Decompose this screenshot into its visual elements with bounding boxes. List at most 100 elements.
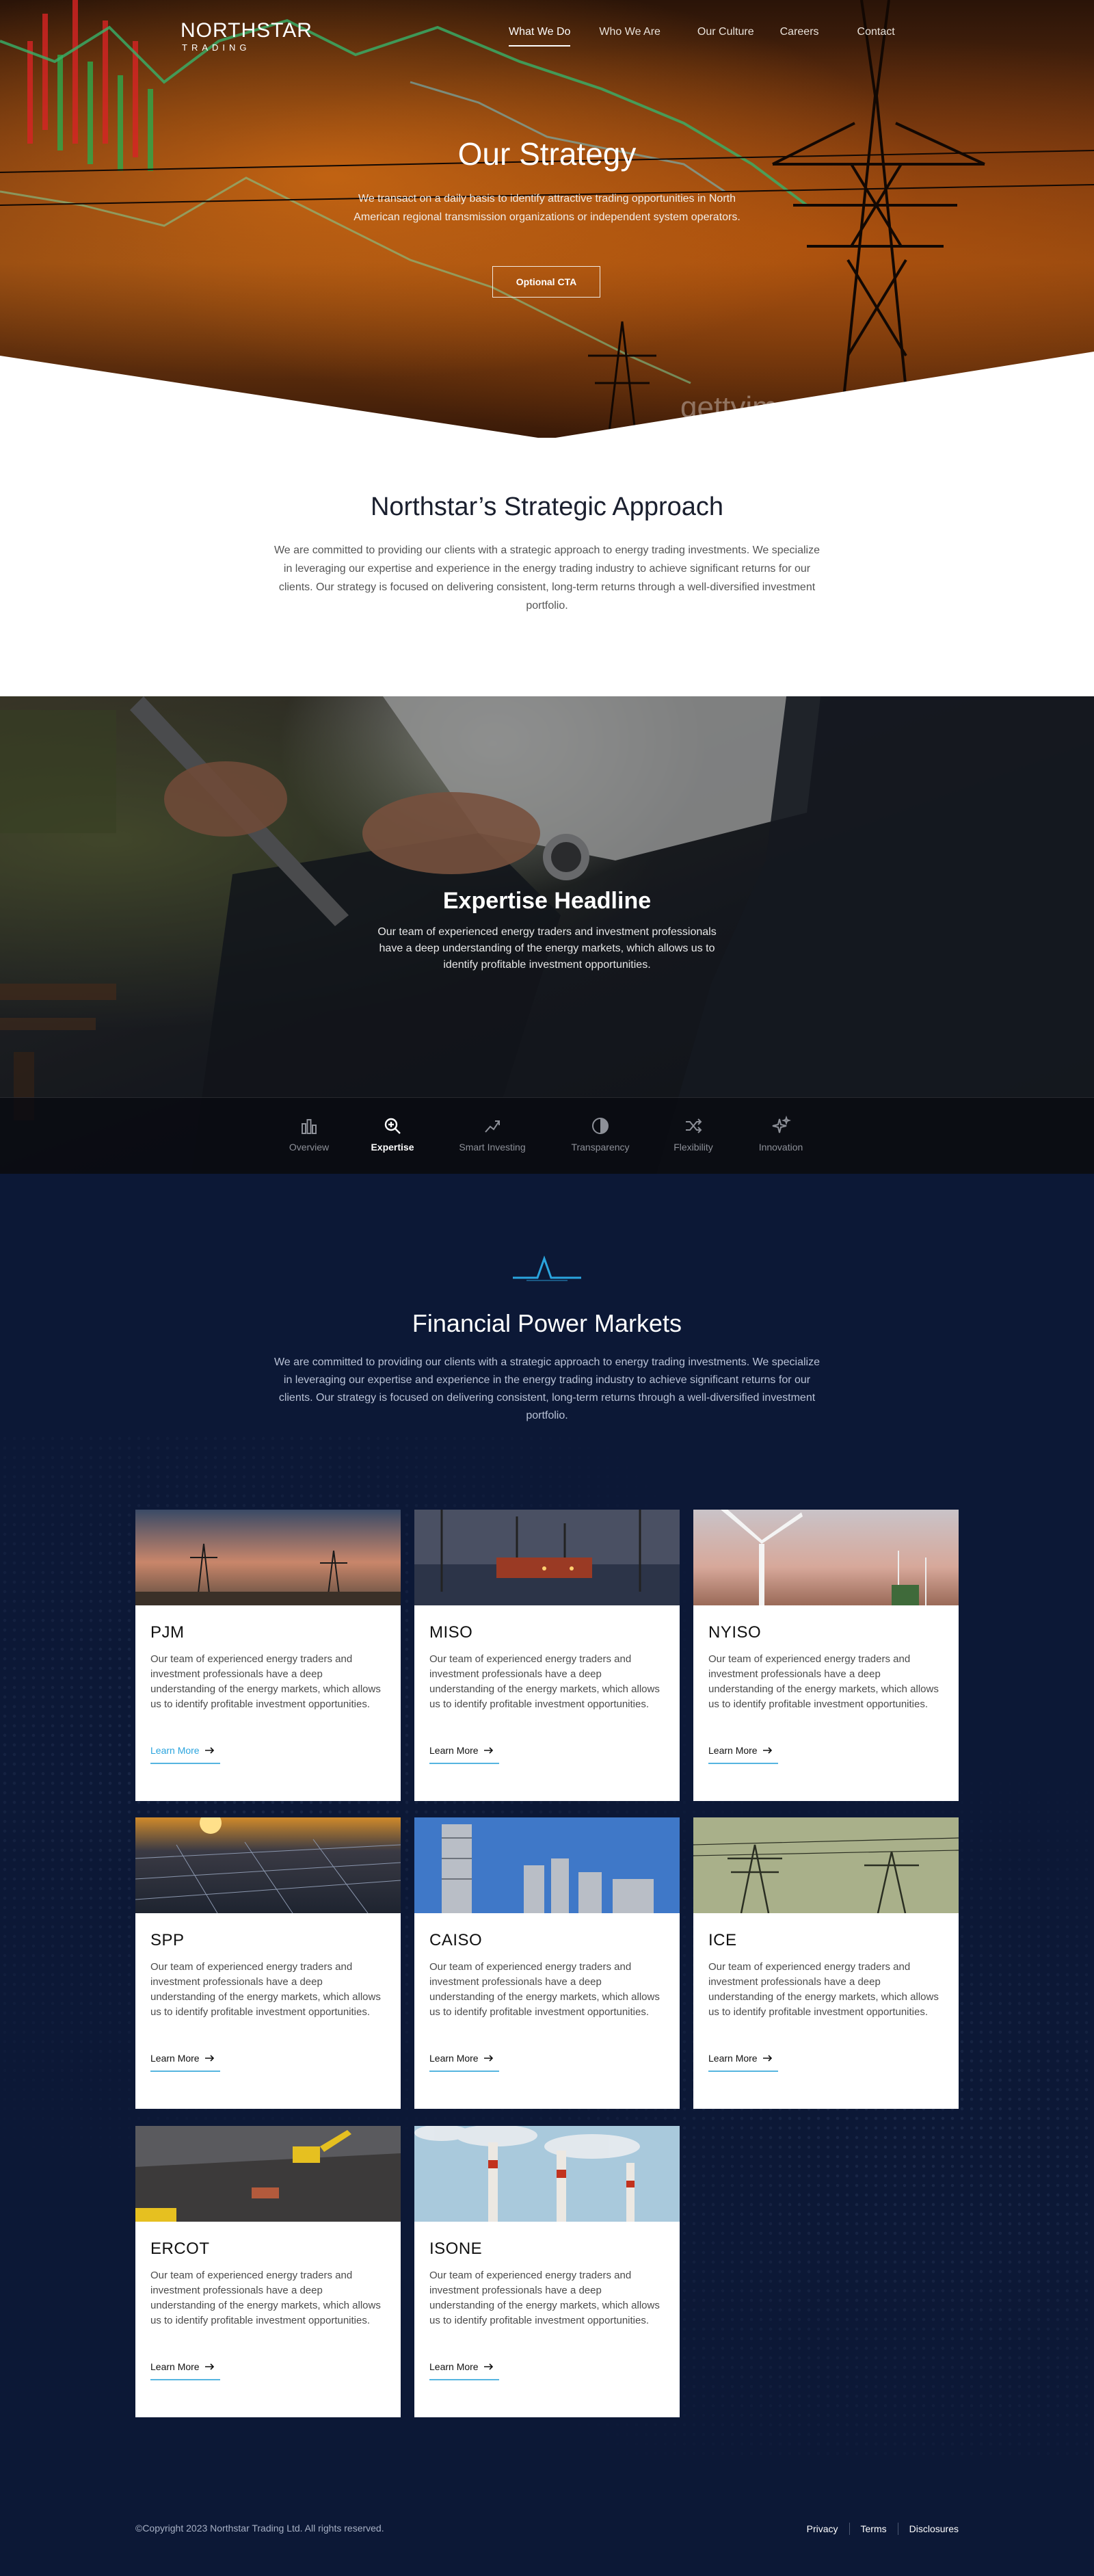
learn-more-link[interactable]: Learn More	[150, 2361, 220, 2380]
expertise-description: Our team of experienced energy traders a…	[377, 926, 717, 971]
nav-what-we-do[interactable]: What We Do	[509, 26, 571, 47]
sparkle-icon	[772, 1116, 791, 1133]
card-description: Our team of experienced energy traders a…	[150, 2270, 381, 2326]
tab-transparency[interactable]: Transparency	[565, 1098, 636, 1174]
hero-section: gettyimag NORTHSTAR TRADING What We Do W…	[0, 0, 1094, 438]
markets-description: We are committed to providing our client…	[274, 1356, 820, 1421]
approach-description: We are committed to providing our client…	[274, 544, 820, 612]
market-card-nyiso[interactable]: NYISO Our team of experienced energy tra…	[693, 1507, 959, 1801]
shuffle-icon	[686, 1118, 702, 1133]
link-label: Learn More	[708, 2053, 758, 2064]
market-card-pjm[interactable]: PJM Our team of experienced energy trade…	[135, 1510, 401, 1801]
footer-link-disclosures[interactable]: Disclosures	[909, 2523, 959, 2534]
site-footer: ©Copyright 2023 Northstar Trading Ltd. A…	[0, 2482, 1094, 2576]
tab-label: Flexibility	[673, 1142, 713, 1153]
footer-link-terms[interactable]: Terms	[861, 2523, 887, 2534]
arrow-right-icon	[762, 1747, 772, 1754]
footer-divider	[849, 2523, 850, 2535]
nav-who-we-are[interactable]: Who We Are	[599, 26, 661, 38]
learn-more-link[interactable]: Learn More	[429, 2361, 499, 2380]
arrow-right-icon	[204, 2363, 214, 2370]
link-label: Learn More	[429, 2053, 479, 2064]
card-title: MISO	[429, 1623, 473, 1642]
card-description: Our team of experienced energy traders a…	[150, 1653, 381, 1710]
card-photo	[414, 1817, 680, 1913]
card-title: ICE	[708, 1931, 737, 1949]
card-photo	[135, 1510, 401, 1606]
tab-expertise[interactable]: Expertise	[368, 1098, 417, 1174]
nav-our-culture[interactable]: Our Culture	[697, 26, 754, 38]
card-description: Our team of experienced energy traders a…	[429, 1653, 660, 1710]
trend-icon	[485, 1120, 500, 1133]
card-photo	[135, 1812, 401, 1914]
tab-innovation[interactable]: Innovation	[751, 1098, 811, 1174]
footer-links: Privacy Terms Disclosures	[807, 2523, 959, 2535]
nav-contact[interactable]: Contact	[857, 26, 895, 38]
expertise-title: Expertise Headline	[442, 888, 652, 914]
markets-title: Financial Power Markets	[412, 1309, 682, 1337]
arrow-right-icon	[204, 2055, 214, 2062]
card-photo	[135, 2126, 401, 2222]
expertise-tab-bar: Overview Expertise Smart Investing Trans…	[0, 1097, 1094, 1174]
market-card-spp[interactable]: SPP Our team of experienced energy trade…	[135, 1812, 401, 2109]
footer-link-privacy[interactable]: Privacy	[807, 2523, 838, 2534]
arrow-right-icon	[204, 1747, 214, 1754]
link-label: Learn More	[429, 1745, 479, 1756]
tab-smart-investing[interactable]: Smart Investing	[451, 1098, 533, 1174]
card-photo	[693, 1817, 959, 1914]
card-title: NYISO	[708, 1623, 762, 1642]
card-title: ERCOT	[150, 2239, 210, 2258]
card-description: Our team of experienced energy traders a…	[708, 1961, 939, 2018]
link-label: Learn More	[150, 1745, 200, 1756]
card-title: ISONE	[429, 2239, 483, 2258]
tab-label: Overview	[289, 1142, 330, 1153]
tab-overview[interactable]: Overview	[283, 1098, 335, 1174]
main-menu: What We Do Who We Are Our Culture Career…	[509, 26, 895, 47]
financial-power-markets-section: Financial Power Markets We are committed…	[0, 1174, 1094, 2482]
tab-label: Innovation	[758, 1142, 803, 1153]
learn-more-link[interactable]: Learn More	[429, 1745, 499, 1764]
card-photo	[693, 1507, 959, 1605]
bar-chart-icon	[302, 1119, 317, 1134]
learn-more-link[interactable]: Learn More	[150, 2053, 220, 2072]
brand-logo[interactable]: NORTHSTAR TRADING	[181, 21, 312, 53]
tab-label: Expertise	[371, 1142, 414, 1153]
nav-careers[interactable]: Careers	[780, 26, 819, 38]
expertise-section: Expertise Headline Our team of experienc…	[0, 696, 1094, 1174]
link-label: Learn More	[708, 1745, 758, 1756]
tab-flexibility[interactable]: Flexibility	[666, 1098, 721, 1174]
card-title: SPP	[150, 1931, 185, 1949]
card-photo	[414, 1510, 680, 1605]
market-card-miso[interactable]: MISO Our team of experienced energy trad…	[414, 1510, 680, 1801]
learn-more-link[interactable]: Learn More	[708, 1745, 778, 1764]
link-label: Learn More	[429, 2361, 479, 2372]
copyright-text: ©Copyright 2023 Northstar Trading Ltd. A…	[135, 2523, 384, 2534]
link-label: Learn More	[150, 2053, 200, 2064]
logo-subtitle: TRADING	[182, 42, 251, 53]
learn-more-link[interactable]: Learn More	[429, 2053, 499, 2072]
market-card-caiso[interactable]: CAISO Our team of experienced energy tra…	[414, 1817, 680, 2109]
arrow-right-icon	[483, 2055, 493, 2062]
hero-title: Our Strategy	[457, 136, 637, 172]
link-label: Learn More	[150, 2361, 200, 2372]
card-description: Our team of experienced energy traders a…	[429, 2270, 660, 2326]
card-description: Our team of experienced energy traders a…	[708, 1653, 939, 1710]
approach-title: Northstar’s Strategic Approach	[370, 492, 724, 521]
hero-cta-button[interactable]: Optional CTA	[492, 266, 600, 298]
learn-more-link[interactable]: Learn More	[150, 1745, 220, 1764]
market-card-ercot[interactable]: ERCOT Our team of experienced energy tra…	[135, 2126, 401, 2417]
half-circle-icon	[592, 1118, 609, 1134]
arrow-right-icon	[762, 2055, 772, 2062]
market-card-isone[interactable]: ISONE Our team of experienced energy tra…	[414, 2125, 680, 2417]
arrow-right-icon	[483, 1747, 493, 1754]
card-description: Our team of experienced energy traders a…	[150, 1961, 381, 2018]
learn-more-link[interactable]: Learn More	[708, 2053, 778, 2072]
arrow-right-icon	[483, 2363, 493, 2370]
tab-label: Transparency	[571, 1142, 630, 1153]
market-card-ice[interactable]: ICE Our team of experienced energy trade…	[693, 1817, 959, 2109]
top-navigation: NORTHSTAR TRADING What We Do Who We Are …	[0, 0, 1094, 68]
logo-wordmark: NORTHSTAR	[181, 19, 312, 42]
hero-description: We transact on a daily basis to identify…	[353, 193, 741, 223]
tab-label: Smart Investing	[459, 1142, 526, 1153]
magnify-icon	[384, 1118, 401, 1134]
